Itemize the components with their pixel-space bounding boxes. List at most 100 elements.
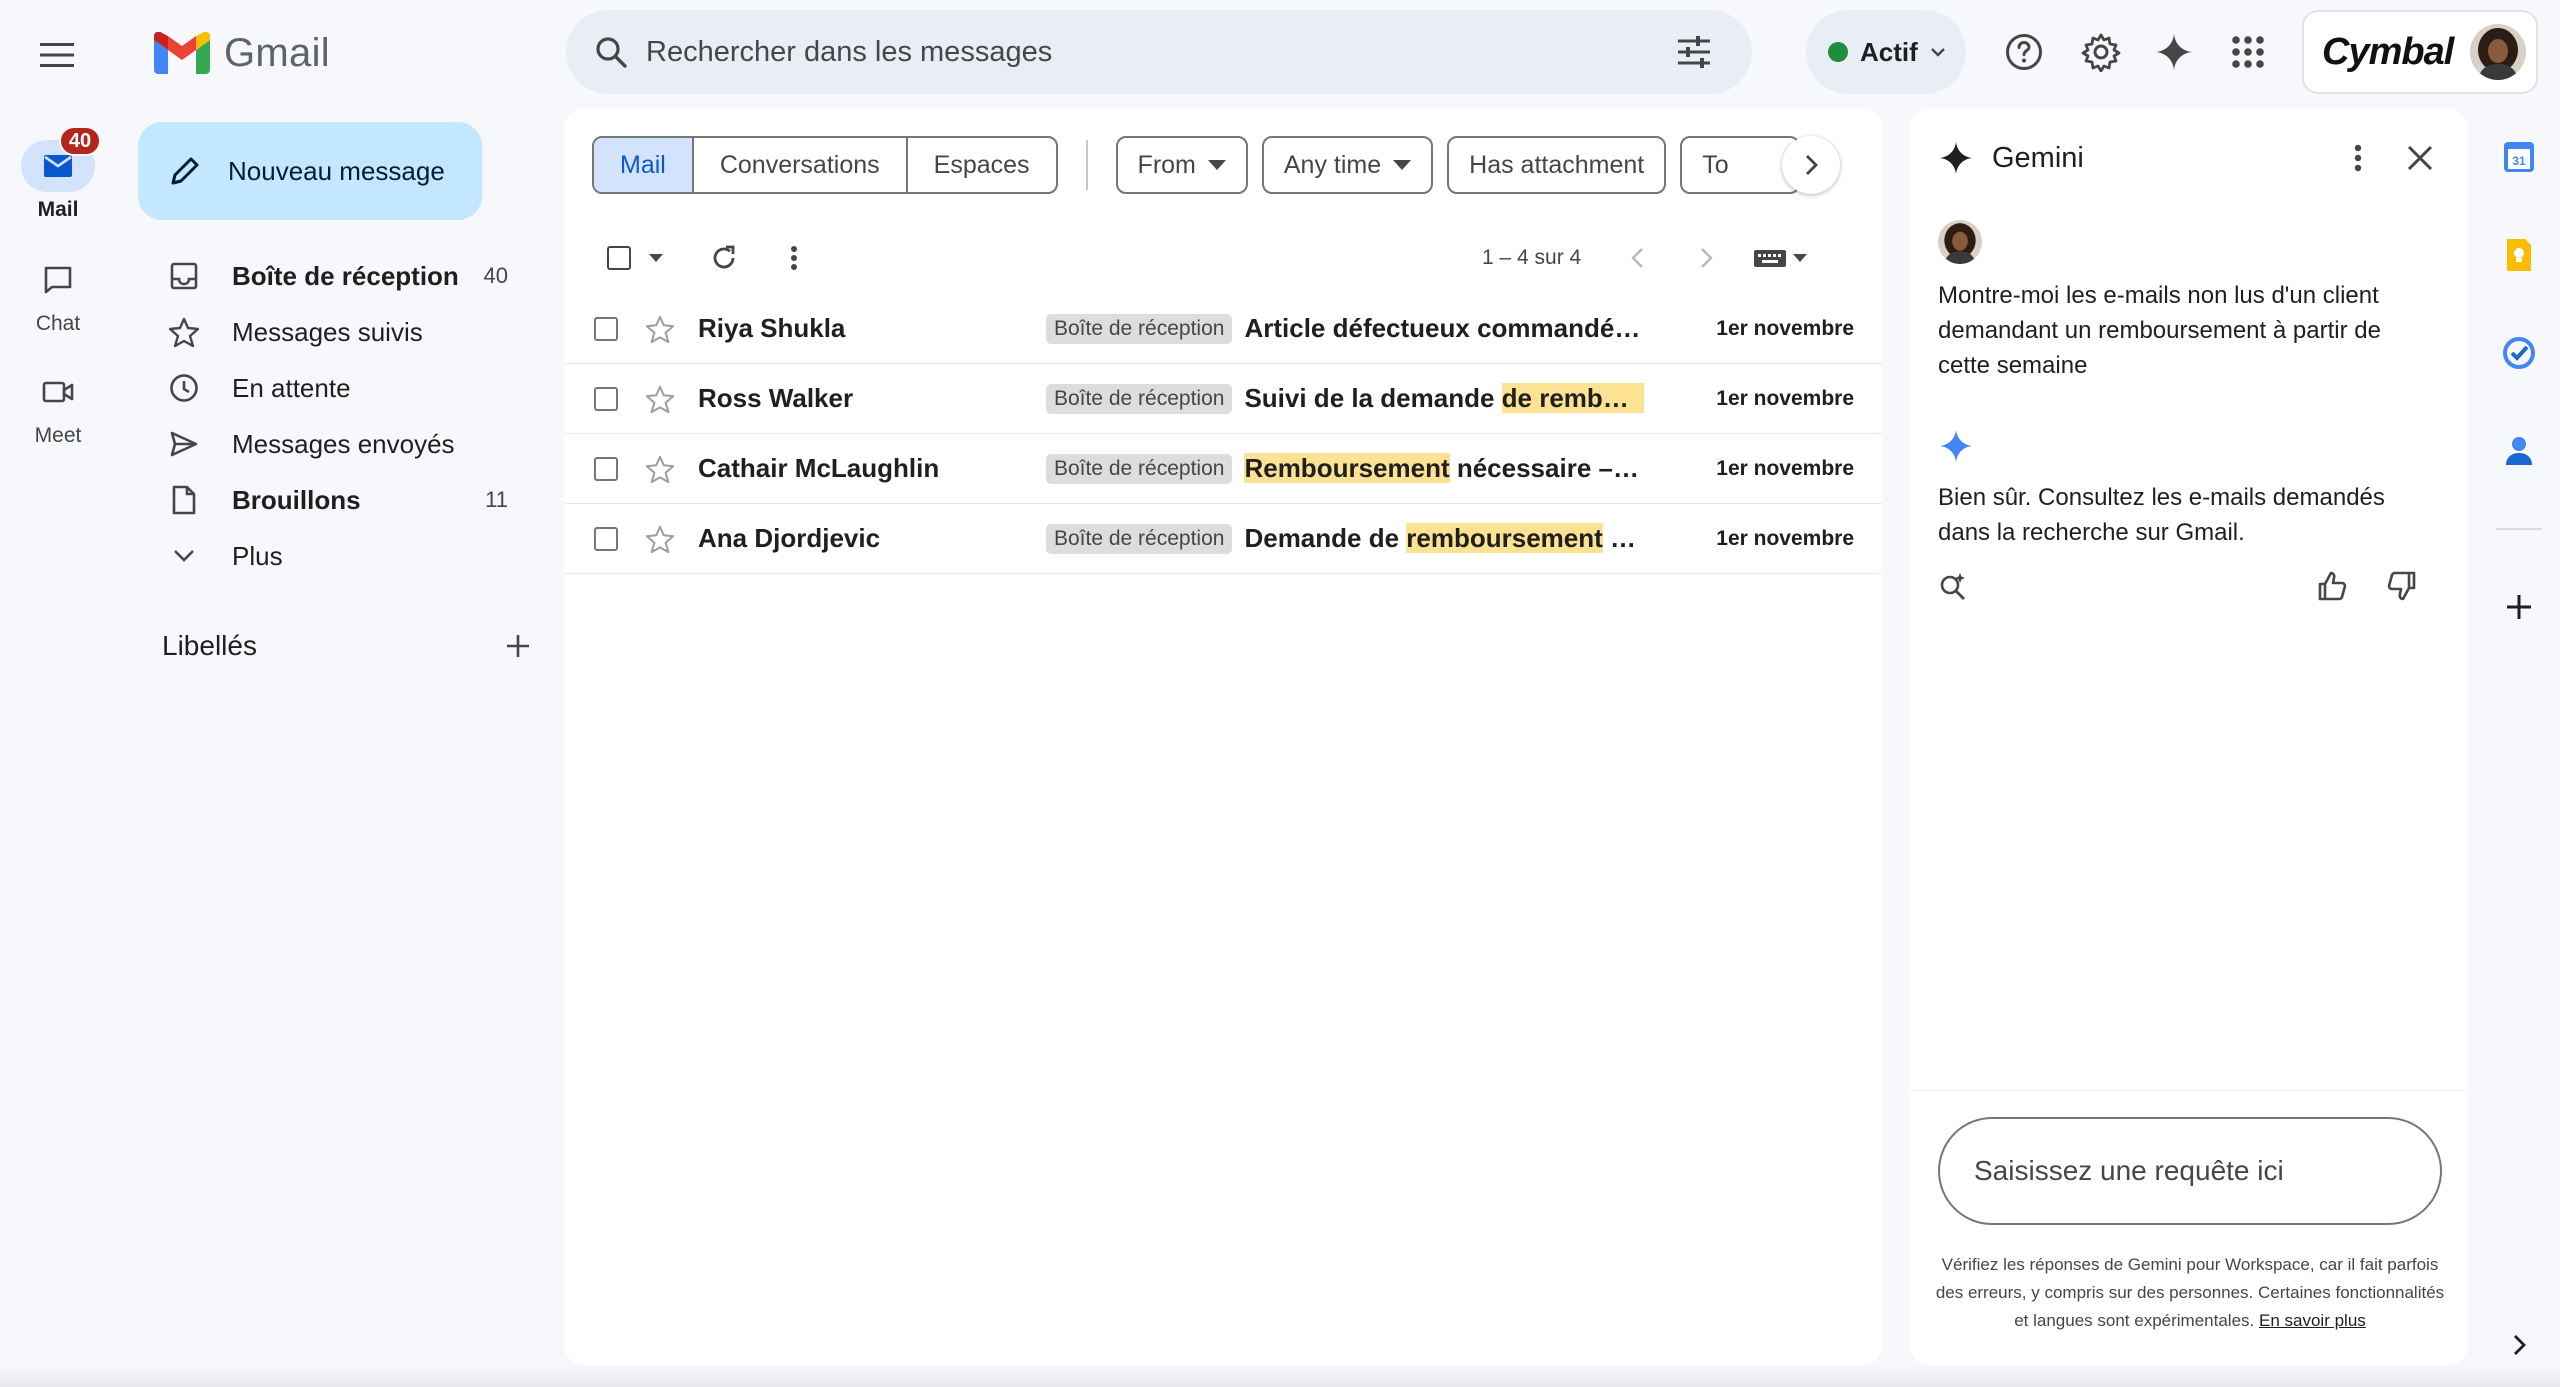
help-icon[interactable] [1996,24,2052,80]
star-icon[interactable] [646,525,678,553]
nav-label: Boîte de réception [232,260,459,291]
row-checkbox[interactable] [594,316,618,341]
close-icon[interactable] [2404,142,2436,174]
email-row[interactable]: Riya Shukla Boîte de réception Article d… [564,294,1882,364]
gemini-spark-icon[interactable] [2146,24,2202,80]
nav-item-sent[interactable]: Messages envoyés [138,416,538,472]
rail-item-meet[interactable]: Meet [0,366,116,448]
label-chip[interactable]: Boîte de réception [1046,453,1233,484]
label-chip[interactable]: Boîte de réception [1046,523,1233,554]
tasks-icon[interactable] [2492,326,2546,380]
select-menu-arrow[interactable] [644,232,668,284]
keep-icon[interactable] [2492,228,2546,282]
menu-icon[interactable] [30,28,84,82]
compose-button[interactable]: Nouveau message [138,122,482,220]
avatar[interactable] [2470,24,2526,80]
search-sparkle-icon[interactable] [1938,571,1968,601]
tab-spaces[interactable]: Espaces [908,138,1056,192]
avatar [1938,220,1982,264]
chevron-right-icon[interactable] [2492,1318,2546,1372]
more-vert-icon[interactable] [2342,142,2374,174]
email-row[interactable]: Ross Walker Boîte de réception Suivi de … [564,364,1882,434]
nav-label: Messages suivis [232,316,423,347]
email-sender: Cathair McLaughlin [698,453,940,483]
rail-label-mail: Mail [37,198,79,221]
email-row[interactable]: Cathair McLaughlin Boîte de réception Re… [564,434,1882,504]
pagination: 1 – 4 sur 4 [1482,226,1808,290]
gemini-title: Gemini [1992,141,2084,174]
gemini-side-panel: Gemini Montre-moi les e-mails non lus d'… [1910,108,2468,1365]
email-date: 1er novembre [1716,316,1854,340]
star-icon[interactable] [646,385,678,413]
contacts-icon[interactable] [2492,424,2546,478]
nav-item-starred[interactable]: Messages suivis [138,304,538,360]
account-switcher[interactable]: Cymbal [2302,10,2538,94]
refresh-icon[interactable] [696,232,752,284]
learn-more-link[interactable]: En savoir plus [2259,1311,2366,1330]
search-input[interactable] [646,35,1666,69]
any-time-filter-chip[interactable]: Any time [1261,136,1434,194]
gemini-response-icon [1938,428,1974,464]
settings-gear-icon[interactable] [2073,24,2129,80]
chip-label: Any time [1283,150,1382,179]
gemini-disclaimer: Vérifiez les réponses de Gemini pour Wor… [1934,1251,2446,1335]
thumbs-up-icon[interactable] [2316,570,2348,602]
nav-item-snoozed[interactable]: En attente [138,360,538,416]
search-options-icon[interactable] [1666,24,1722,80]
star-icon [168,316,200,348]
gmail-m-icon [154,32,210,74]
nav-item-more[interactable]: Plus [138,528,538,584]
has-attachment-chip[interactable]: Has attachment [1447,136,1667,194]
label-chip[interactable]: Boîte de réception [1046,383,1233,414]
keyboard-icon[interactable] [1753,248,1787,268]
apps-grid-icon[interactable] [2220,24,2276,80]
row-checkbox[interactable] [594,386,618,411]
nav-item-drafts[interactable]: Brouillons 11 [138,472,538,528]
row-checkbox[interactable] [594,456,618,481]
star-icon[interactable] [646,455,678,483]
prev-page-icon[interactable] [1631,247,1645,269]
more-vert-icon[interactable] [766,232,822,284]
gemini-prompt-input[interactable] [1938,1117,2442,1225]
chevron-down-icon [168,540,200,572]
label-chip[interactable]: Boîte de réception [1046,313,1233,344]
inbox-icon [168,260,200,292]
email-date: 1er novembre [1716,526,1854,550]
tab-conversations[interactable]: Conversations [694,138,908,192]
disclaimer-text: Vérifiez les réponses de Gemini pour Wor… [1935,1255,2445,1330]
add-addon-icon[interactable] [2492,580,2546,634]
status-selector[interactable]: Actif [1806,10,1966,94]
status-label: Actif [1860,36,1918,67]
email-date: 1er novembre [1716,456,1854,480]
dropdown-arrow-icon[interactable] [1793,254,1808,262]
email-list: Riya Shukla Boîte de réception Article d… [564,294,1882,574]
email-sender: Ana Djordjevic [698,523,881,553]
search-icon[interactable] [586,27,636,77]
next-page-icon[interactable] [1699,247,1713,269]
calendar-icon[interactable]: 31 [2492,130,2546,184]
rail-pill-mail[interactable]: 40 [21,126,101,192]
search-bar[interactable] [566,10,1752,94]
gmail-logo[interactable]: Gmail [154,28,330,78]
scroll-chips-right-button[interactable] [1782,136,1840,194]
tab-mail[interactable]: Mail [594,138,694,192]
nav-label: Messages envoyés [232,428,455,459]
rail-label-meet: Meet [34,424,82,447]
folder-nav: Boîte de réception 40 Messages suivis En… [138,248,538,584]
email-row[interactable]: Ana Djordjevic Boîte de réception Demand… [564,504,1882,574]
response-actions [1938,570,2418,602]
rail-pill-meet[interactable] [21,366,95,418]
select-all-checkbox[interactable] [594,232,644,284]
rail-item-mail[interactable]: 40 Mail [0,126,116,222]
rail-item-chat[interactable]: Chat [0,254,116,336]
from-filter-chip[interactable]: From [1115,136,1248,194]
divider [1085,140,1088,190]
pagination-range: 1 – 4 sur 4 [1482,246,1582,269]
rail-pill-chat[interactable] [21,254,95,306]
thumbs-down-icon[interactable] [2386,570,2418,602]
star-icon[interactable] [646,315,678,343]
nav-item-inbox[interactable]: Boîte de réception 40 [138,248,538,304]
add-label-icon[interactable] [504,632,532,660]
row-checkbox[interactable] [594,526,618,551]
draft-icon [168,484,200,516]
